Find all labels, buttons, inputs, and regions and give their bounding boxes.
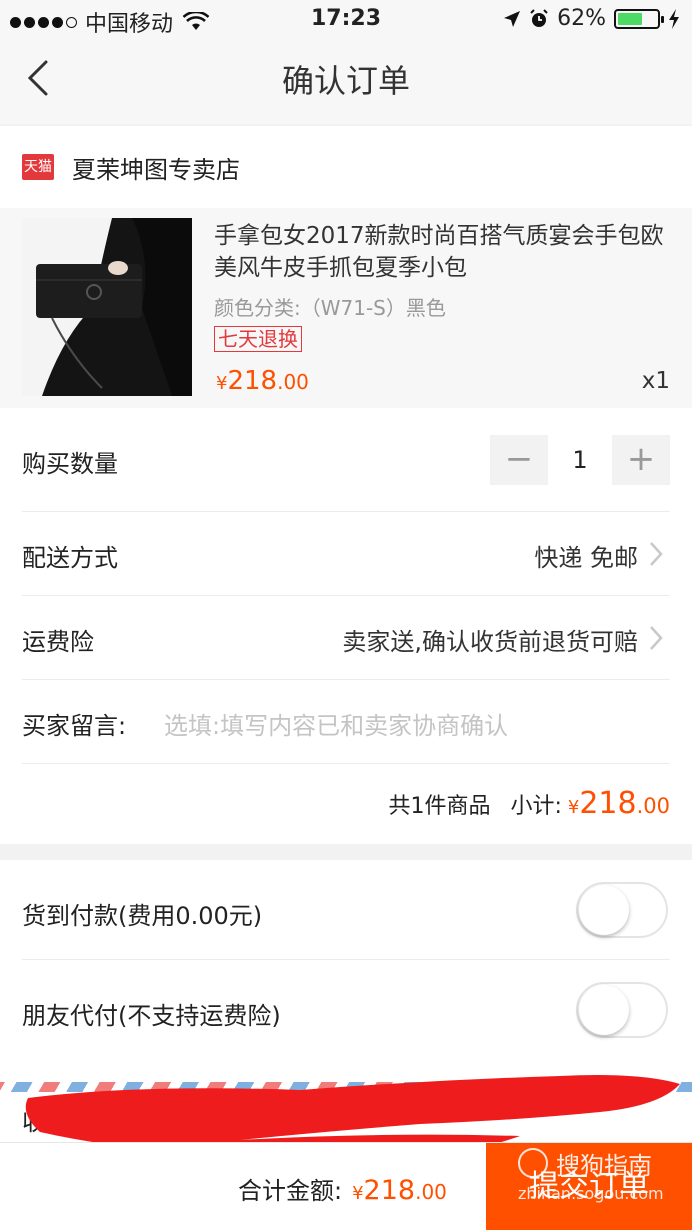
message-row[interactable]: 买家留言: 选填:填写内容已和卖家协商确认 [22, 680, 670, 764]
delivery-value[interactable]: 快递 免邮 [534, 538, 638, 573]
subtotal-amount: ¥218.00 [567, 786, 670, 821]
chevron-right-icon [650, 542, 663, 566]
quantity-stepper[interactable]: − 1 + [490, 435, 670, 485]
product-card[interactable]: 手拿包女2017新款时尚百搭气质宴会手包欧美风牛皮手抓包夏季小包 颜色分类:（W… [0, 208, 692, 408]
delivery-label: 配送方式 [22, 544, 118, 572]
tmall-logo: 天猫 [22, 154, 54, 180]
store-name[interactable]: 夏茉坤图专卖店 [72, 150, 240, 185]
friend-pay-label: 朋友代付(不支持运费险) [22, 1002, 281, 1030]
insurance-row[interactable]: 运费险 卖家送,确认收货前退货可赔 [22, 596, 670, 680]
page-title: 确认订单 [281, 62, 410, 100]
status-bar: 中国移动 17:23 62% [0, 0, 692, 40]
delivery-row[interactable]: 配送方式 快递 免邮 [22, 512, 670, 596]
order-total: 合计金额: ¥218.00 [238, 1171, 447, 1206]
subtotal: 共1件商品 小计: ¥218.00 [388, 786, 670, 821]
quantity-row: 购买数量 − 1 + [22, 408, 670, 512]
message-label: 买家留言: [22, 712, 127, 740]
message-input[interactable]: 选填:填写内容已和卖家协商确认 [164, 706, 508, 741]
items-count: 共1件商品 [388, 794, 491, 819]
return-policy-badge: 七天退换 [214, 326, 302, 352]
cod-toggle[interactable] [576, 882, 668, 938]
nav-bar: 确认订单 [0, 40, 692, 124]
order-options: 购买数量 − 1 + 配送方式 快递 免邮 运费险 卖家送,确认收货前退货可赔 … [0, 408, 692, 844]
submit-order-button[interactable]: 提交订单 [486, 1143, 692, 1230]
subtotal-label: 小计: [510, 794, 562, 819]
product-quantity: x1 [641, 368, 670, 394]
checkout-bar: 合计金额: ¥218.00 提交订单 [0, 1142, 692, 1230]
product-title: 手拿包女2017新款时尚百搭气质宴会手包欧美风牛皮手抓包夏季小包 [214, 223, 664, 281]
product-image[interactable] [22, 218, 192, 396]
friend-pay-toggle[interactable] [576, 982, 668, 1038]
alarm-clock-icon [530, 8, 548, 27]
battery-percent: 62% [557, 6, 606, 31]
friend-pay-row: 朋友代付(不支持运费险) [22, 960, 670, 1060]
product-price: ¥218.00 [216, 366, 309, 396]
cod-label: 货到付款(费用0.00元) [22, 902, 263, 930]
payment-options: 货到付款(费用0.00元) 朋友代付(不支持运费险) [0, 860, 692, 1082]
location-arrow-icon [504, 10, 521, 27]
insurance-label: 运费险 [22, 628, 94, 656]
decrease-button[interactable]: − [490, 435, 548, 485]
total-label: 合计金额: [238, 1177, 343, 1205]
cod-row: 货到付款(费用0.00元) [22, 860, 670, 960]
increase-button[interactable]: + [612, 435, 670, 485]
product-spec: 颜色分类:（W71-S）黑色 [214, 296, 446, 320]
quantity-label: 购买数量 [22, 450, 118, 478]
quantity-value[interactable]: 1 [548, 446, 612, 474]
charging-bolt-icon [669, 8, 679, 29]
store-header[interactable]: 天猫 夏茉坤图专卖店 [0, 126, 692, 208]
chevron-right-icon [650, 626, 663, 650]
insurance-value[interactable]: 卖家送,确认收货前退货可赔 [342, 622, 638, 657]
battery-icon [614, 8, 664, 29]
total-amount: ¥218.00 [352, 1175, 447, 1206]
